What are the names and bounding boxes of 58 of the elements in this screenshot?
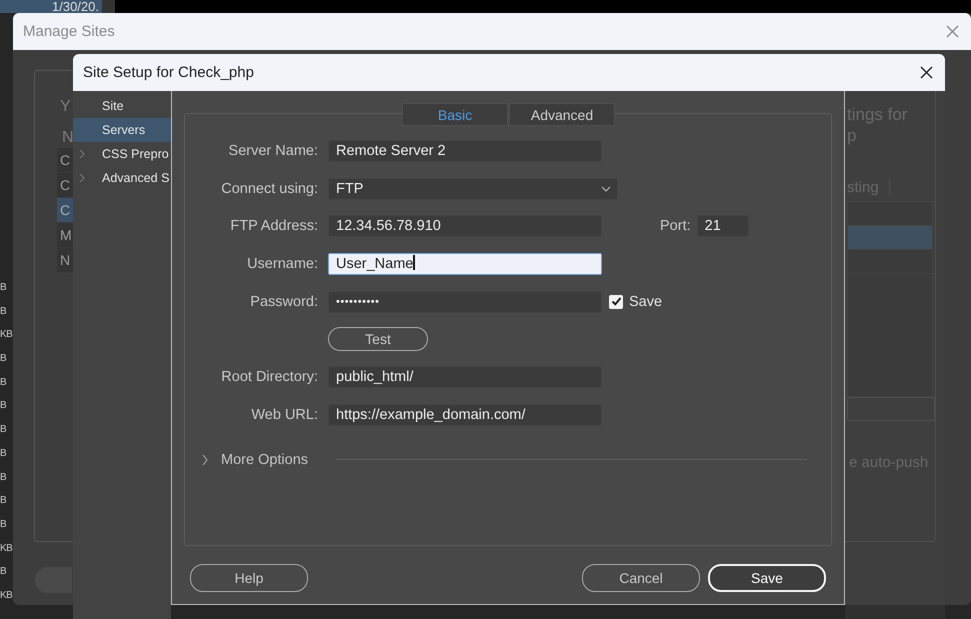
field-label: Web URL: [250, 406, 318, 423]
site-list-item[interactable]: C [57, 198, 73, 223]
file-size: B [0, 565, 8, 580]
field-label: Password: [249, 294, 318, 310]
sidebar-item[interactable]: Site [73, 94, 171, 118]
input-field[interactable]: User_Name [328, 252, 602, 275]
dialog-button[interactable]: Cancel [582, 564, 700, 592]
field-label: Server Name: [228, 142, 318, 159]
dialog-button[interactable]: Help [190, 564, 308, 592]
input-field[interactable]: 12.34.56.78.910 [328, 215, 602, 238]
chevron-down-icon [601, 186, 611, 192]
file-size: B [0, 423, 8, 438]
site-list-item[interactable]: C [57, 148, 73, 173]
chevron-icon [79, 173, 85, 183]
file-size: KB [0, 328, 12, 342]
field-label: FTP Address: [229, 218, 318, 234]
checkbox[interactable] [609, 294, 623, 309]
password-field[interactable]: •••••••••• [328, 290, 602, 313]
dialog-button[interactable]: Save [708, 564, 826, 592]
sidebar-item[interactable]: Advanced S [73, 166, 171, 190]
file-size: B [0, 304, 8, 319]
close-icon[interactable] [920, 66, 933, 79]
file-size: B [0, 399, 8, 414]
tab[interactable]: Basic [402, 103, 508, 126]
checkbox-label: Save [629, 294, 662, 310]
field-label: Username: [246, 256, 318, 272]
field-label: Port: [660, 218, 691, 234]
chevron-right-icon[interactable] [201, 454, 209, 466]
sidebar-item[interactable]: Servers [73, 118, 171, 142]
file-size: KB [0, 542, 12, 556]
input-field[interactable]: Remote Server 2 [328, 140, 602, 162]
file-size: B [0, 376, 8, 390]
site-list-item[interactable]: M [57, 223, 73, 248]
field-label: Root Directory: [220, 368, 318, 385]
input-field[interactable]: public_html/ [328, 366, 602, 388]
file-size: B [0, 281, 8, 295]
site-list-item[interactable]: N [57, 248, 73, 273]
section-label[interactable]: More Options [221, 452, 308, 468]
test-button[interactable]: Test [328, 327, 428, 352]
file-size: B [0, 494, 8, 508]
file-size: KB [0, 588, 12, 603]
input-field[interactable]: https://example_domain.com/ [328, 404, 602, 426]
site-list-item[interactable]: C [57, 173, 73, 198]
heading-text: Y [60, 98, 71, 116]
file-size: B [0, 446, 8, 461]
file-size: B [0, 470, 8, 484]
tab[interactable]: Advanced [509, 103, 615, 126]
field-label: Connect using: [220, 180, 318, 197]
window-title: Manage Sites [23, 23, 115, 40]
file-size: B [0, 352, 8, 366]
date-cell: 1/30/20. [0, 0, 115, 13]
file-size: B [0, 518, 8, 532]
dropdown[interactable]: FTP [328, 178, 618, 200]
chevron-icon [79, 149, 85, 159]
window-title: Site Setup for Check_php [83, 64, 254, 81]
column-heading: N [62, 129, 74, 147]
sidebar-item[interactable]: CSS Prepro [73, 142, 171, 166]
port-field[interactable]: 21 [696, 215, 749, 238]
